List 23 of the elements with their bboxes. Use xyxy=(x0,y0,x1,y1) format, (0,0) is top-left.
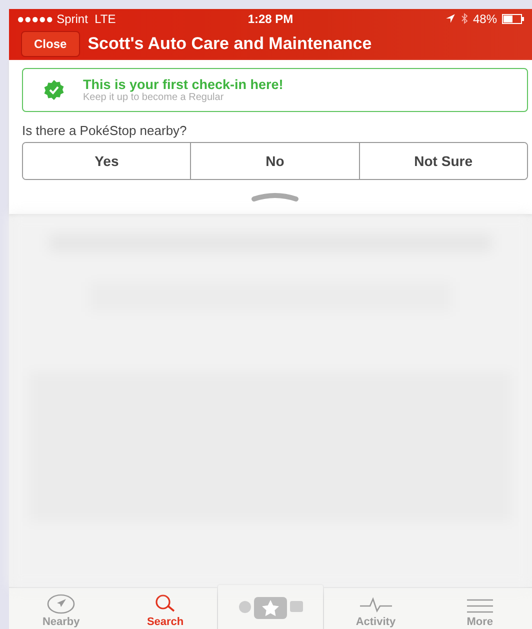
checkin-title: This is your first check-in here! xyxy=(83,77,284,92)
carrier-text: ●●●●● Sprint LTE xyxy=(17,12,117,26)
tab-item[interactable] xyxy=(217,584,324,629)
tab-item[interactable]: Search xyxy=(113,588,218,629)
battery-icon xyxy=(502,14,524,24)
drag-handle-icon[interactable] xyxy=(251,192,299,202)
tab-item[interactable]: Nearby xyxy=(9,588,114,629)
tab-item[interactable]: Activity xyxy=(324,588,428,629)
pulse-icon xyxy=(358,596,393,614)
compass-icon xyxy=(47,594,76,614)
star-checkin-icon xyxy=(236,594,304,618)
close-button[interactable]: Close xyxy=(21,31,80,57)
verified-badge-icon xyxy=(43,79,65,101)
venue-title: Scott's Auto Care and Maintenance xyxy=(88,34,372,54)
menu-icon xyxy=(466,598,494,614)
question-text: Is there a PokéStop nearby? xyxy=(22,123,188,138)
tab-item[interactable]: More xyxy=(428,588,532,629)
battery-text: 48% xyxy=(472,12,498,26)
bluetooth-icon xyxy=(460,13,468,24)
answer-option[interactable]: Not Sure xyxy=(358,143,527,179)
checkin-subtitle: Keep it up to become a Regular xyxy=(83,92,225,103)
location-icon xyxy=(444,13,456,24)
clock-text: 1:28 PM xyxy=(248,12,294,26)
